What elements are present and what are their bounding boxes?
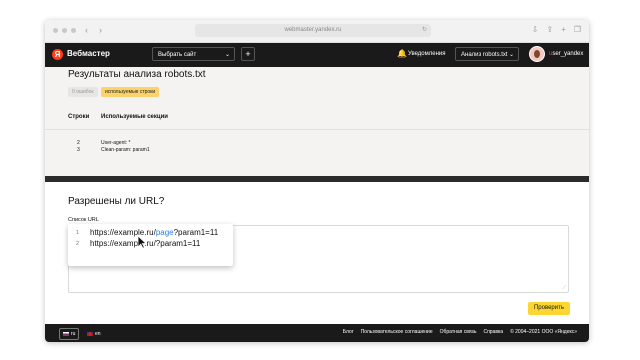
download-icon[interactable]: ⇩: [532, 25, 539, 34]
address-bar[interactable]: webmaster.yandex.ru ↻: [195, 24, 431, 37]
minimize-dot[interactable]: [62, 28, 67, 33]
check-button[interactable]: Проверить: [528, 302, 570, 315]
tab-used-lines[interactable]: используемые строки: [101, 87, 160, 97]
site-select-label: Выбрать сайт: [158, 52, 197, 58]
username[interactable]: user_yandex: [549, 51, 583, 57]
brand-title[interactable]: Вебмастер: [67, 49, 110, 58]
top-navigation: Я Вебмастер Выбрать сайт ⌄ + 🔔 Уведомлен…: [45, 43, 589, 67]
language-en-button[interactable]: en: [87, 329, 101, 339]
footer-link-agreement[interactable]: Пользовательское соглашение: [361, 329, 433, 335]
footer-links: Блог Пользовательское соглашение Обратна…: [343, 329, 577, 335]
maximize-dot[interactable]: [71, 28, 76, 33]
row-section-text: Clean-param: param1: [101, 147, 150, 153]
row-line-number: 3: [77, 147, 80, 153]
chevron-down-icon: ⌄: [508, 52, 514, 58]
forward-arrow-icon[interactable]: ›: [99, 25, 102, 35]
divider: [45, 129, 589, 130]
results-title: Результаты анализа robots.txt: [68, 69, 206, 80]
back-arrow-icon[interactable]: ‹: [85, 25, 88, 35]
avatar[interactable]: [529, 46, 545, 62]
uk-flag-icon: [87, 332, 93, 336]
tool-select[interactable]: Анализ robots.txt ⌄: [455, 47, 519, 61]
language-en-label: en: [95, 331, 101, 337]
column-header-lines: Строки: [68, 114, 90, 120]
share-icon[interactable]: ⇪: [546, 25, 553, 34]
language-ru-label: ru: [71, 331, 76, 337]
url-check-panel: Разрешены ли URL? Список URL ⟋ 1 https:/…: [45, 182, 589, 324]
line-number: 1: [76, 230, 80, 236]
footer: ru en Блог Пользовательское соглашение О…: [45, 324, 589, 342]
address-text: webmaster.yandex.ru: [284, 27, 342, 33]
row-section-text: User-agent: *: [101, 140, 131, 146]
url-line[interactable]: https://example.ru/page?param1=11: [90, 228, 218, 237]
add-site-button[interactable]: +: [241, 47, 255, 61]
bell-icon[interactable]: 🔔: [397, 49, 407, 58]
footer-link-blog[interactable]: Блог: [343, 329, 354, 335]
robots-results-panel: Результаты анализа robots.txt 0 ошибок и…: [45, 67, 589, 176]
browser-window: ‹ › webmaster.yandex.ru ↻ ⇩ ⇪ + ❐ Я Вебм…: [45, 20, 589, 342]
language-ru-button[interactable]: ru: [59, 328, 80, 340]
window-controls[interactable]: [53, 28, 76, 33]
yandex-logo-icon[interactable]: Я: [52, 49, 63, 60]
footer-link-help[interactable]: Справка: [483, 329, 503, 335]
line-number: 2: [76, 241, 80, 247]
russia-flag-icon: [63, 332, 69, 336]
chevron-down-icon: ⌄: [224, 52, 230, 58]
tab-errors[interactable]: 0 ошибок: [68, 87, 98, 97]
url-highlight: page: [155, 228, 174, 237]
row-line-number: 2: [77, 140, 80, 146]
url-check-title: Разрешены ли URL?: [68, 196, 165, 207]
reload-icon[interactable]: ↻: [422, 24, 427, 37]
footer-link-feedback[interactable]: Обратная связь: [440, 329, 477, 335]
close-dot[interactable]: [53, 28, 58, 33]
url-list-label: Список URL: [68, 217, 99, 223]
notifications-link[interactable]: Уведомления: [408, 51, 446, 57]
mouse-pointer-icon: [137, 235, 147, 249]
site-select[interactable]: Выбрать сайт ⌄: [152, 47, 235, 61]
username-text: ser_yandex: [552, 51, 584, 57]
new-tab-icon[interactable]: +: [561, 25, 566, 34]
resize-handle-icon[interactable]: ⟋: [562, 285, 566, 291]
browser-chrome: ‹ › webmaster.yandex.ru ↻ ⇩ ⇪ + ❐: [45, 20, 589, 43]
tool-select-label: Анализ robots.txt: [461, 52, 508, 58]
footer-copyright: © 2004–2021 ООО «Яндекс»: [510, 329, 577, 335]
column-header-sections: Используемые секции: [101, 114, 168, 120]
tabs-icon[interactable]: ❐: [574, 25, 581, 34]
url-list-editor[interactable]: 1 https://example.ru/page?param1=11 2 ht…: [68, 224, 233, 266]
url-suffix: ?param1=11: [173, 228, 219, 237]
